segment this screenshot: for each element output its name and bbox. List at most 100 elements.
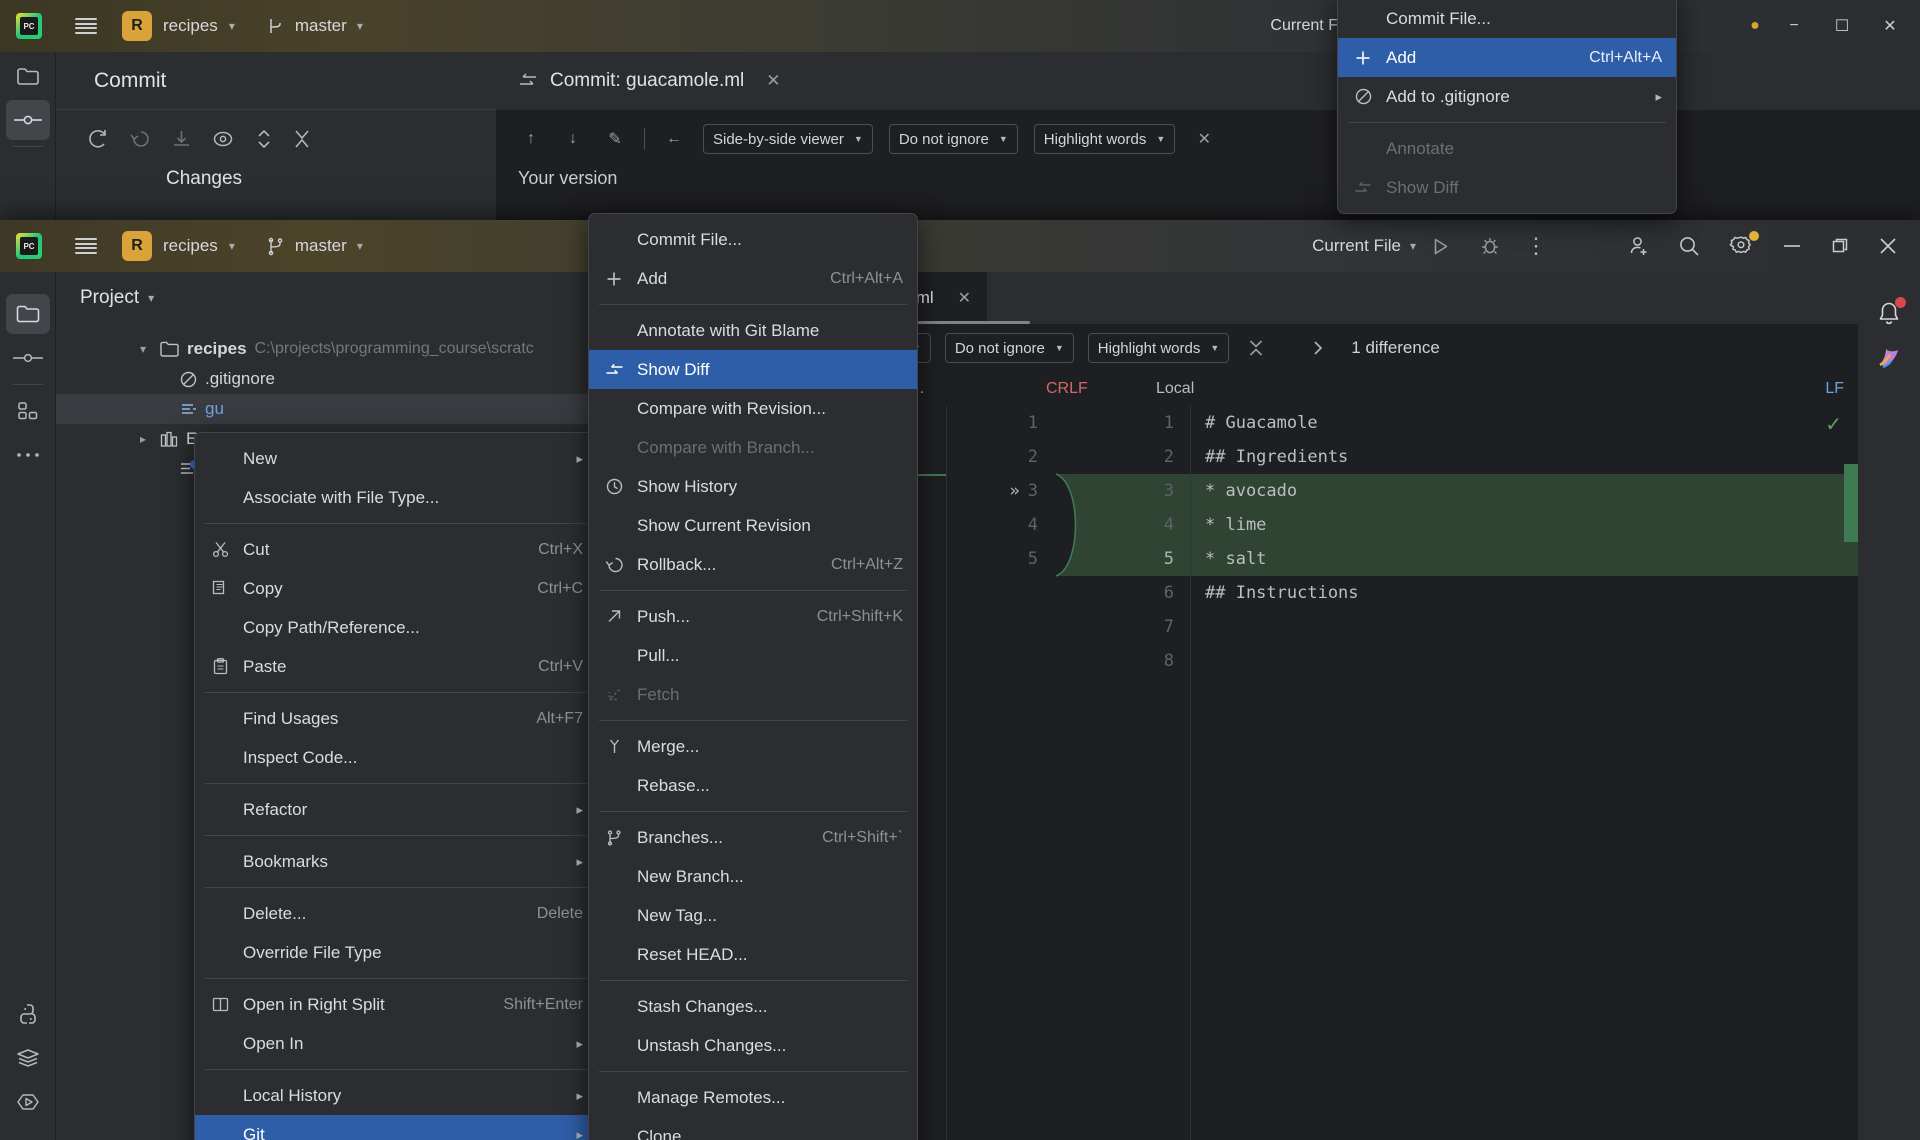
- menu-item-annotate-with-git-blame[interactable]: Annotate with Git Blame: [589, 311, 917, 350]
- previous-difference-icon[interactable]: ↑: [518, 126, 544, 152]
- git-submenu[interactable]: Commit File... Add Ctrl+Alt+A Annotate w…: [588, 213, 918, 1140]
- more-icon[interactable]: ⋮: [1514, 226, 1558, 266]
- minimize-button-w1[interactable]: −: [1770, 0, 1818, 52]
- menu-item-add[interactable]: Add Ctrl+Alt+A: [1338, 38, 1676, 77]
- menu-item-new-branch[interactable]: New Branch...: [589, 857, 917, 896]
- menu-item-paste[interactable]: Paste Ctrl+V: [195, 647, 597, 686]
- debug-icon[interactable]: [1466, 226, 1514, 266]
- main-menu-burger-icon[interactable]: [58, 18, 114, 34]
- menu-item-refactor[interactable]: Refactor ▸: [195, 790, 597, 829]
- menu-item-show-history[interactable]: Show History: [589, 467, 917, 506]
- project-folder-icon[interactable]: [6, 56, 50, 96]
- structure-icon[interactable]: [6, 391, 50, 431]
- window1-tab-title[interactable]: Commit: guacamole.ml: [550, 70, 744, 92]
- refresh-icon[interactable]: [88, 129, 108, 149]
- next-difference-icon[interactable]: ↓: [560, 126, 586, 152]
- menu-item-manage-remotes[interactable]: Manage Remotes...: [589, 1078, 917, 1117]
- collapse-unchanged-icon[interactable]: ✕: [1191, 126, 1217, 152]
- close-button-w1[interactable]: ✕: [1866, 0, 1914, 52]
- menu-item-delete[interactable]: Delete... Delete: [195, 894, 597, 933]
- python-console-icon[interactable]: [6, 994, 50, 1034]
- tree-row[interactable]: .gitignore: [56, 364, 616, 394]
- highlight-mode-combo[interactable]: Highlight words ▼: [1087, 333, 1230, 363]
- menu-item-label: Refactor: [243, 799, 308, 819]
- project-panel-header[interactable]: Project ▾: [56, 272, 616, 324]
- menu-item-push[interactable]: Push... Ctrl+Shift+K: [589, 597, 917, 636]
- project-widget-w2[interactable]: R recipes ▾: [122, 231, 235, 261]
- menu-item-reset-head[interactable]: Reset HEAD...: [589, 935, 917, 974]
- tree-row-selected[interactable]: gu: [56, 394, 616, 424]
- menu-item-compare-with-revision[interactable]: Compare with Revision...: [589, 389, 917, 428]
- menu-item-show-diff[interactable]: Show Diff: [589, 350, 917, 389]
- menu-item-open-in-right-split[interactable]: Open in Right Split Shift+Enter: [195, 985, 597, 1024]
- menu-item-new[interactable]: New ▸: [195, 439, 597, 478]
- menu-item-copy[interactable]: Copy Ctrl+C: [195, 569, 597, 608]
- project-folder-icon[interactable]: [6, 294, 50, 334]
- menu-item-bookmarks[interactable]: Bookmarks ▸: [195, 842, 597, 881]
- viewer-mode-combo-w1[interactable]: Side-by-side viewer ▼: [703, 124, 873, 154]
- collapse-unchanged-fragments-icon[interactable]: [1243, 335, 1269, 361]
- branch-widget-w1[interactable]: master ▾: [267, 16, 363, 36]
- more-tool-windows-icon[interactable]: [6, 435, 50, 475]
- menu-item-find-usages[interactable]: Find Usages Alt+F7: [195, 699, 597, 738]
- menu-item-open-in[interactable]: Open In ▸: [195, 1024, 597, 1063]
- diff-right-pane[interactable]: # Guacamole ## Ingredients * avocado * l…: [1190, 406, 1858, 1140]
- accept-left-icon[interactable]: ←: [661, 126, 687, 152]
- menu-item-inspect-code[interactable]: Inspect Code...: [195, 738, 597, 777]
- close-icon[interactable]: ✕: [944, 288, 971, 308]
- maximize-button-w2[interactable]: [1816, 220, 1864, 272]
- file-context-menu[interactable]: New ▸ Associate with File Type... Cut Ct…: [194, 432, 598, 1140]
- menu-item-branches[interactable]: Branches... Ctrl+Shift+`: [589, 818, 917, 857]
- menu-item-override-file-type[interactable]: Override File Type: [195, 933, 597, 972]
- commit-icon[interactable]: [6, 338, 50, 378]
- collapse-all-icon[interactable]: [293, 129, 311, 149]
- menu-item-clone[interactable]: Clone...: [589, 1117, 917, 1140]
- menu-item-show-current-revision[interactable]: Show Current Revision: [589, 506, 917, 545]
- commit-icon[interactable]: [6, 100, 50, 140]
- run-icon[interactable]: [1416, 226, 1466, 266]
- apply-change-icon[interactable]: »: [1010, 481, 1020, 501]
- edit-icon[interactable]: ✎: [602, 126, 628, 152]
- run-tool-icon[interactable]: [6, 1082, 50, 1122]
- menu-item-cut[interactable]: Cut Ctrl+X: [195, 530, 597, 569]
- menu-item-unstash-changes[interactable]: Unstash Changes...: [589, 1026, 917, 1065]
- menu-item-commit-file[interactable]: Commit File...: [589, 220, 917, 259]
- main-menu-burger-icon[interactable]: [58, 238, 114, 254]
- minimize-button-w2[interactable]: [1768, 220, 1816, 272]
- menu-item-associate-with-file-type[interactable]: Associate with File Type...: [195, 478, 597, 517]
- menu-item-stash-changes[interactable]: Stash Changes...: [589, 987, 917, 1026]
- branch-widget-w2[interactable]: master ▾: [267, 236, 363, 256]
- menu-item-rebase[interactable]: Rebase...: [589, 766, 917, 805]
- learn-icon[interactable]: [1867, 338, 1911, 378]
- search-icon[interactable]: [1664, 226, 1714, 266]
- tree-row[interactable]: ▾ recipes C:\projects\programming_course…: [56, 334, 616, 364]
- menu-item-pull[interactable]: Pull...: [589, 636, 917, 675]
- expand-collapse-icon[interactable]: [257, 129, 271, 149]
- ignore-mode-combo[interactable]: Do not ignore ▼: [944, 333, 1074, 363]
- add-user-icon[interactable]: [1614, 226, 1664, 266]
- expand-arrow-icon[interactable]: ▾: [134, 342, 152, 356]
- highlight-mode-combo-w1[interactable]: Highlight words ▼: [1033, 124, 1176, 154]
- expand-toolbar-icon[interactable]: [1305, 335, 1331, 361]
- project-widget-w1[interactable]: R recipes ▾: [122, 11, 235, 41]
- services-icon[interactable]: [6, 1038, 50, 1078]
- menu-item-commit-file[interactable]: Commit File...: [1338, 0, 1676, 38]
- ignore-mode-combo-w1[interactable]: Do not ignore ▼: [888, 124, 1018, 154]
- notifications-icon[interactable]: [1867, 294, 1911, 334]
- maximize-button-w1[interactable]: ☐: [1818, 0, 1866, 52]
- preview-diff-icon[interactable]: [213, 130, 235, 148]
- run-config-w2[interactable]: Current File: [1312, 236, 1401, 256]
- git-submenu-window1[interactable]: Commit File... Add Ctrl+Alt+A Add to .gi…: [1337, 0, 1677, 214]
- close-icon[interactable]: ✕: [756, 71, 780, 91]
- menu-item-new-tag[interactable]: New Tag...: [589, 896, 917, 935]
- settings-icon[interactable]: [1714, 226, 1768, 266]
- collapse-arrow-icon[interactable]: ▸: [134, 432, 152, 446]
- menu-item-local-history[interactable]: Local History ▸: [195, 1076, 597, 1115]
- menu-item-add-to-gitignore[interactable]: Add to .gitignore ▸: [1338, 77, 1676, 116]
- menu-item-git[interactable]: Git ▸: [195, 1115, 597, 1140]
- close-button-w2[interactable]: [1864, 220, 1912, 272]
- menu-item-add[interactable]: Add Ctrl+Alt+A: [589, 259, 917, 298]
- menu-item-rollback[interactable]: Rollback... Ctrl+Alt+Z: [589, 545, 917, 584]
- menu-item-copy-path-reference[interactable]: Copy Path/Reference...: [195, 608, 597, 647]
- menu-item-merge[interactable]: Merge...: [589, 727, 917, 766]
